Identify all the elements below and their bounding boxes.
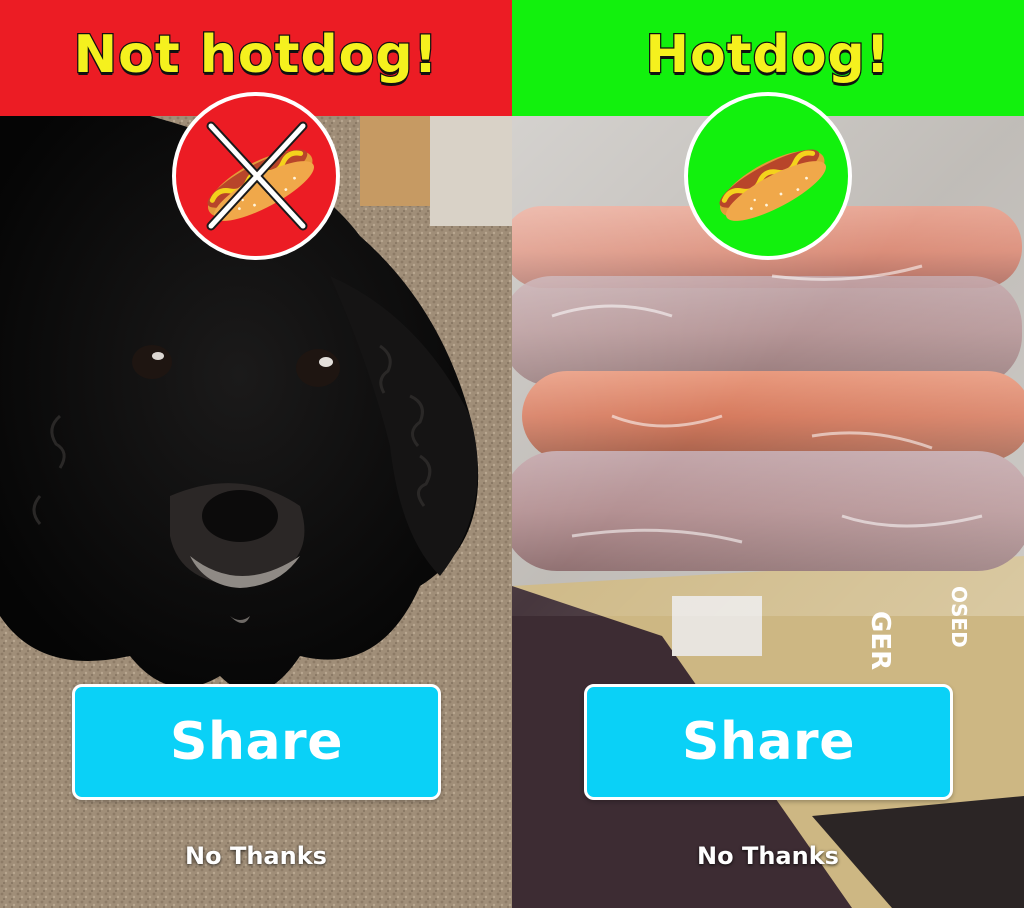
hotdog-screen: GER OSED Hotdog! Share No Thanks (512, 0, 1024, 908)
result-screens: Not hotdog! Share No Thanks GER OSED Hot… (0, 0, 1024, 908)
result-title: Hotdog! (644, 24, 891, 87)
not-hotdog-badge (172, 92, 340, 260)
share-button-label: Share (682, 712, 855, 772)
share-button[interactable]: Share (584, 684, 953, 800)
package-brand-partial: GER (865, 611, 895, 670)
no-thanks-link[interactable]: No Thanks (512, 840, 1024, 872)
package-label-partial: OSED (947, 586, 971, 648)
hotdog-icon (719, 149, 826, 221)
share-button-label: Share (170, 712, 343, 772)
no-thanks-link[interactable]: No Thanks (0, 840, 512, 872)
hotdog-badge (684, 92, 852, 260)
result-title: Not hotdog! (72, 24, 439, 87)
no-thanks-label: No Thanks (185, 842, 327, 870)
not-hotdog-screen: Not hotdog! Share No Thanks (0, 0, 512, 908)
hotdog-crossed-icon (206, 121, 314, 231)
no-thanks-label: No Thanks (697, 842, 839, 870)
share-button[interactable]: Share (72, 684, 441, 800)
